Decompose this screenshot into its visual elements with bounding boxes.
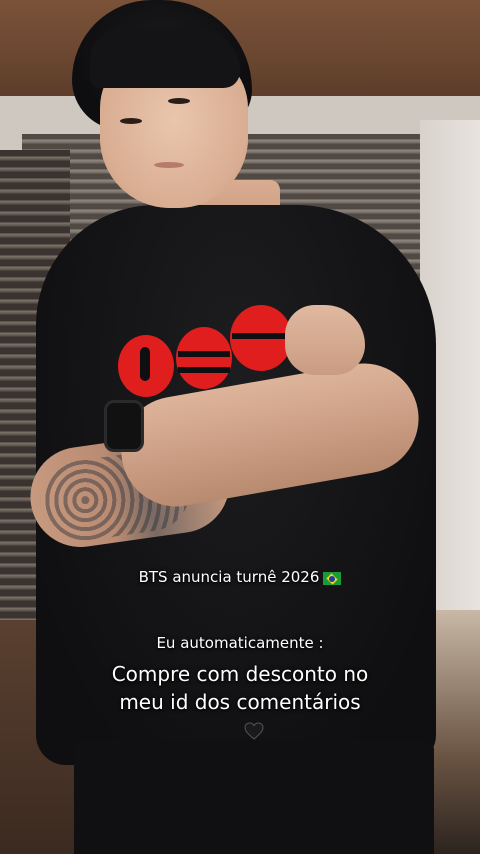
logo-bar-1: [178, 351, 230, 357]
caption-line-3b-text: meu id dos comentários: [119, 690, 361, 714]
logo-bar-2: [178, 367, 230, 373]
black-heart-icon: [244, 722, 264, 740]
caption-line-1: BTS anuncia turnê 2026: [0, 568, 480, 586]
video-frame[interactable]: BTS anuncia turnê 2026 Eu automaticament…: [0, 0, 480, 854]
caption-line-2: Eu automaticamente :: [0, 634, 480, 652]
hair-fringe: [90, 28, 240, 88]
wristwatch-icon: [104, 400, 144, 452]
mouth: [154, 162, 184, 168]
brazil-flag-icon: [323, 572, 342, 585]
black-shorts: [74, 740, 434, 854]
caption-line-3: Compre com desconto no meu id dos coment…: [0, 660, 480, 716]
caption-line-1-text: BTS anuncia turnê 2026: [138, 568, 320, 586]
caption-line-3a-text: Compre com desconto no: [111, 662, 369, 686]
right-eye: [168, 98, 190, 104]
left-eye: [120, 118, 142, 124]
logo-bar-4: [140, 347, 150, 381]
person: [0, 0, 480, 854]
logo-bar-3: [232, 333, 290, 339]
logo-circle-2: [176, 327, 232, 389]
hand: [285, 305, 365, 375]
caption-line-2-text: Eu automaticamente :: [156, 634, 324, 652]
